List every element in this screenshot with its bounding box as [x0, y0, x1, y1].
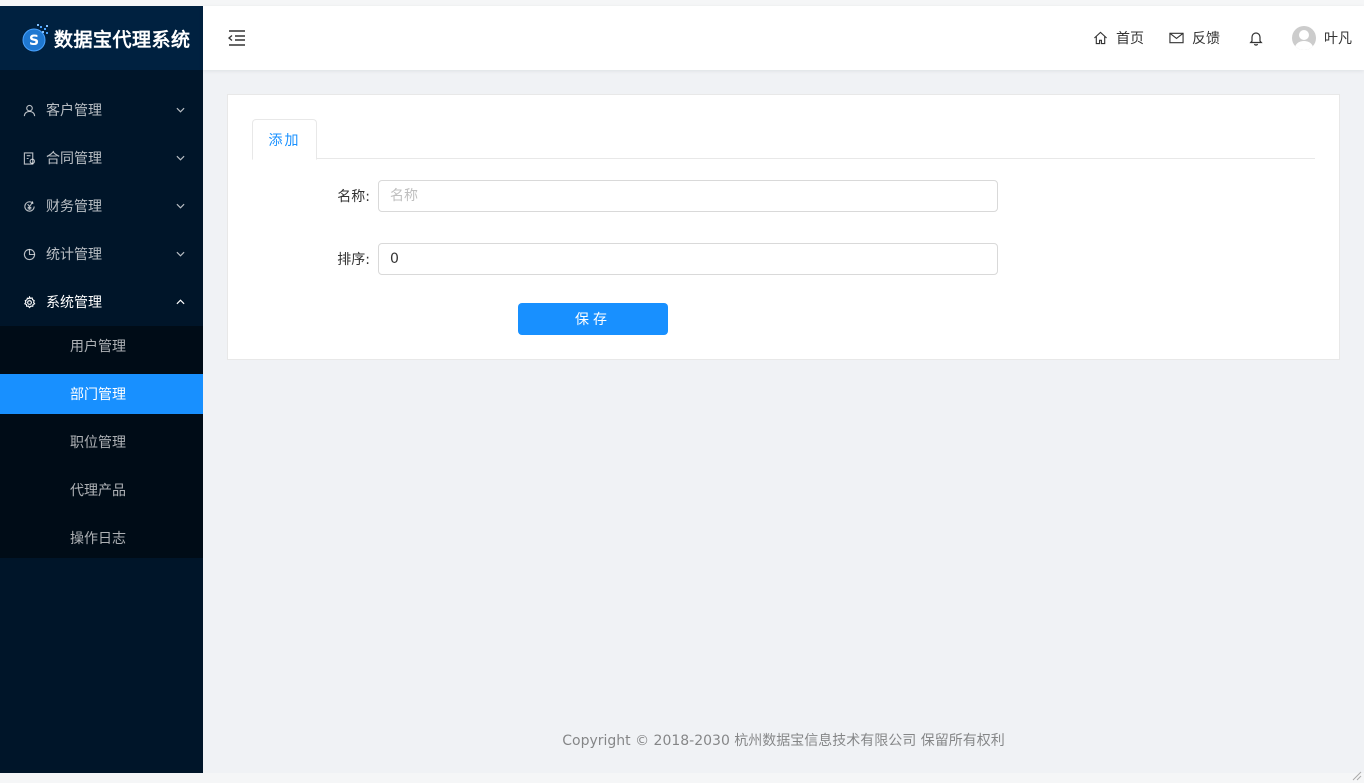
sidebar-menu: 客户管理 合同管理 财务管理 统计管理 系统管理 用户管理 部门管理 职位管理 … — [0, 70, 203, 558]
app-title: 数据宝代理系统 — [54, 28, 191, 51]
menu-fold-icon[interactable] — [227, 28, 247, 48]
logo-icon: S — [20, 23, 50, 53]
sidebar-item-finance[interactable]: 财务管理 — [0, 182, 203, 230]
chevron-down-icon — [175, 201, 185, 211]
chevron-down-icon — [175, 249, 185, 259]
pie-chart-icon — [22, 247, 36, 261]
user-name: 叶凡 — [1324, 31, 1352, 47]
name-label: 名称: — [337, 189, 370, 205]
name-form-row: 名称: — [228, 180, 998, 212]
header-actions: 首页 反馈 叶凡 — [1068, 26, 1364, 50]
sidebar-item-statistics[interactable]: 统计管理 — [0, 230, 203, 278]
sidebar-subitem-agent-products[interactable]: 代理产品 — [0, 470, 203, 510]
sidebar-item-label: 合同管理 — [46, 151, 102, 167]
sidebar-item-label: 统计管理 — [46, 247, 102, 263]
home-icon — [1092, 30, 1108, 46]
department-form-card: 添加 名称: 排序: 保存 — [227, 94, 1340, 360]
sidebar-item-label: 客户管理 — [46, 103, 102, 119]
mail-icon — [1168, 30, 1184, 46]
top-header: 首页 反馈 叶凡 — [203, 6, 1364, 70]
order-input[interactable] — [378, 243, 998, 275]
chevron-down-icon — [175, 105, 185, 115]
finance-icon — [22, 199, 36, 213]
svg-text:S: S — [29, 33, 39, 49]
home-link[interactable]: 首页 — [1092, 28, 1144, 48]
copyright-footer: Copyright © 2018-2030 杭州数据宝信息技术有限公司 保留所有… — [562, 733, 1005, 749]
sidebar-item-system[interactable]: 系统管理 — [0, 278, 203, 326]
resize-grip-icon[interactable] — [1350, 769, 1362, 781]
sidebar-item-label: 财务管理 — [46, 199, 102, 215]
bell-icon[interactable] — [1248, 30, 1264, 46]
name-input[interactable] — [378, 180, 998, 212]
order-label: 排序: — [337, 252, 370, 268]
gear-icon — [22, 295, 36, 309]
save-button[interactable]: 保存 — [518, 303, 668, 335]
sidebar: S 数据宝代理系统 客户管理 合同管理 财务管理 统计管理 系统管理 用户管理 … — [0, 6, 203, 773]
form-tabs: 添加 — [252, 119, 1315, 160]
sidebar-subitem-users[interactable]: 用户管理 — [0, 326, 203, 366]
feedback-label: 反馈 — [1192, 31, 1220, 47]
window-bottom-strip — [0, 773, 1364, 783]
home-label: 首页 — [1116, 31, 1144, 47]
feedback-link[interactable]: 反馈 — [1168, 28, 1220, 48]
sidebar-subitem-operation-logs[interactable]: 操作日志 — [0, 518, 203, 558]
user-icon — [22, 103, 36, 117]
sidebar-subitem-departments[interactable]: 部门管理 — [0, 374, 203, 414]
app-logo[interactable]: S 数据宝代理系统 — [0, 6, 203, 70]
order-form-row: 排序: — [228, 243, 998, 275]
tab-add[interactable]: 添加 — [252, 119, 317, 160]
sidebar-item-label: 系统管理 — [46, 295, 102, 311]
contract-icon — [22, 151, 36, 165]
sidebar-subitem-positions[interactable]: 职位管理 — [0, 422, 203, 462]
chevron-down-icon — [175, 153, 185, 163]
avatar — [1292, 26, 1316, 50]
system-submenu: 用户管理 部门管理 职位管理 代理产品 操作日志 — [0, 326, 203, 558]
sidebar-item-customers[interactable]: 客户管理 — [0, 86, 203, 134]
sidebar-item-contracts[interactable]: 合同管理 — [0, 134, 203, 182]
user-menu[interactable]: 叶凡 — [1292, 26, 1352, 50]
chevron-up-icon — [175, 297, 185, 307]
